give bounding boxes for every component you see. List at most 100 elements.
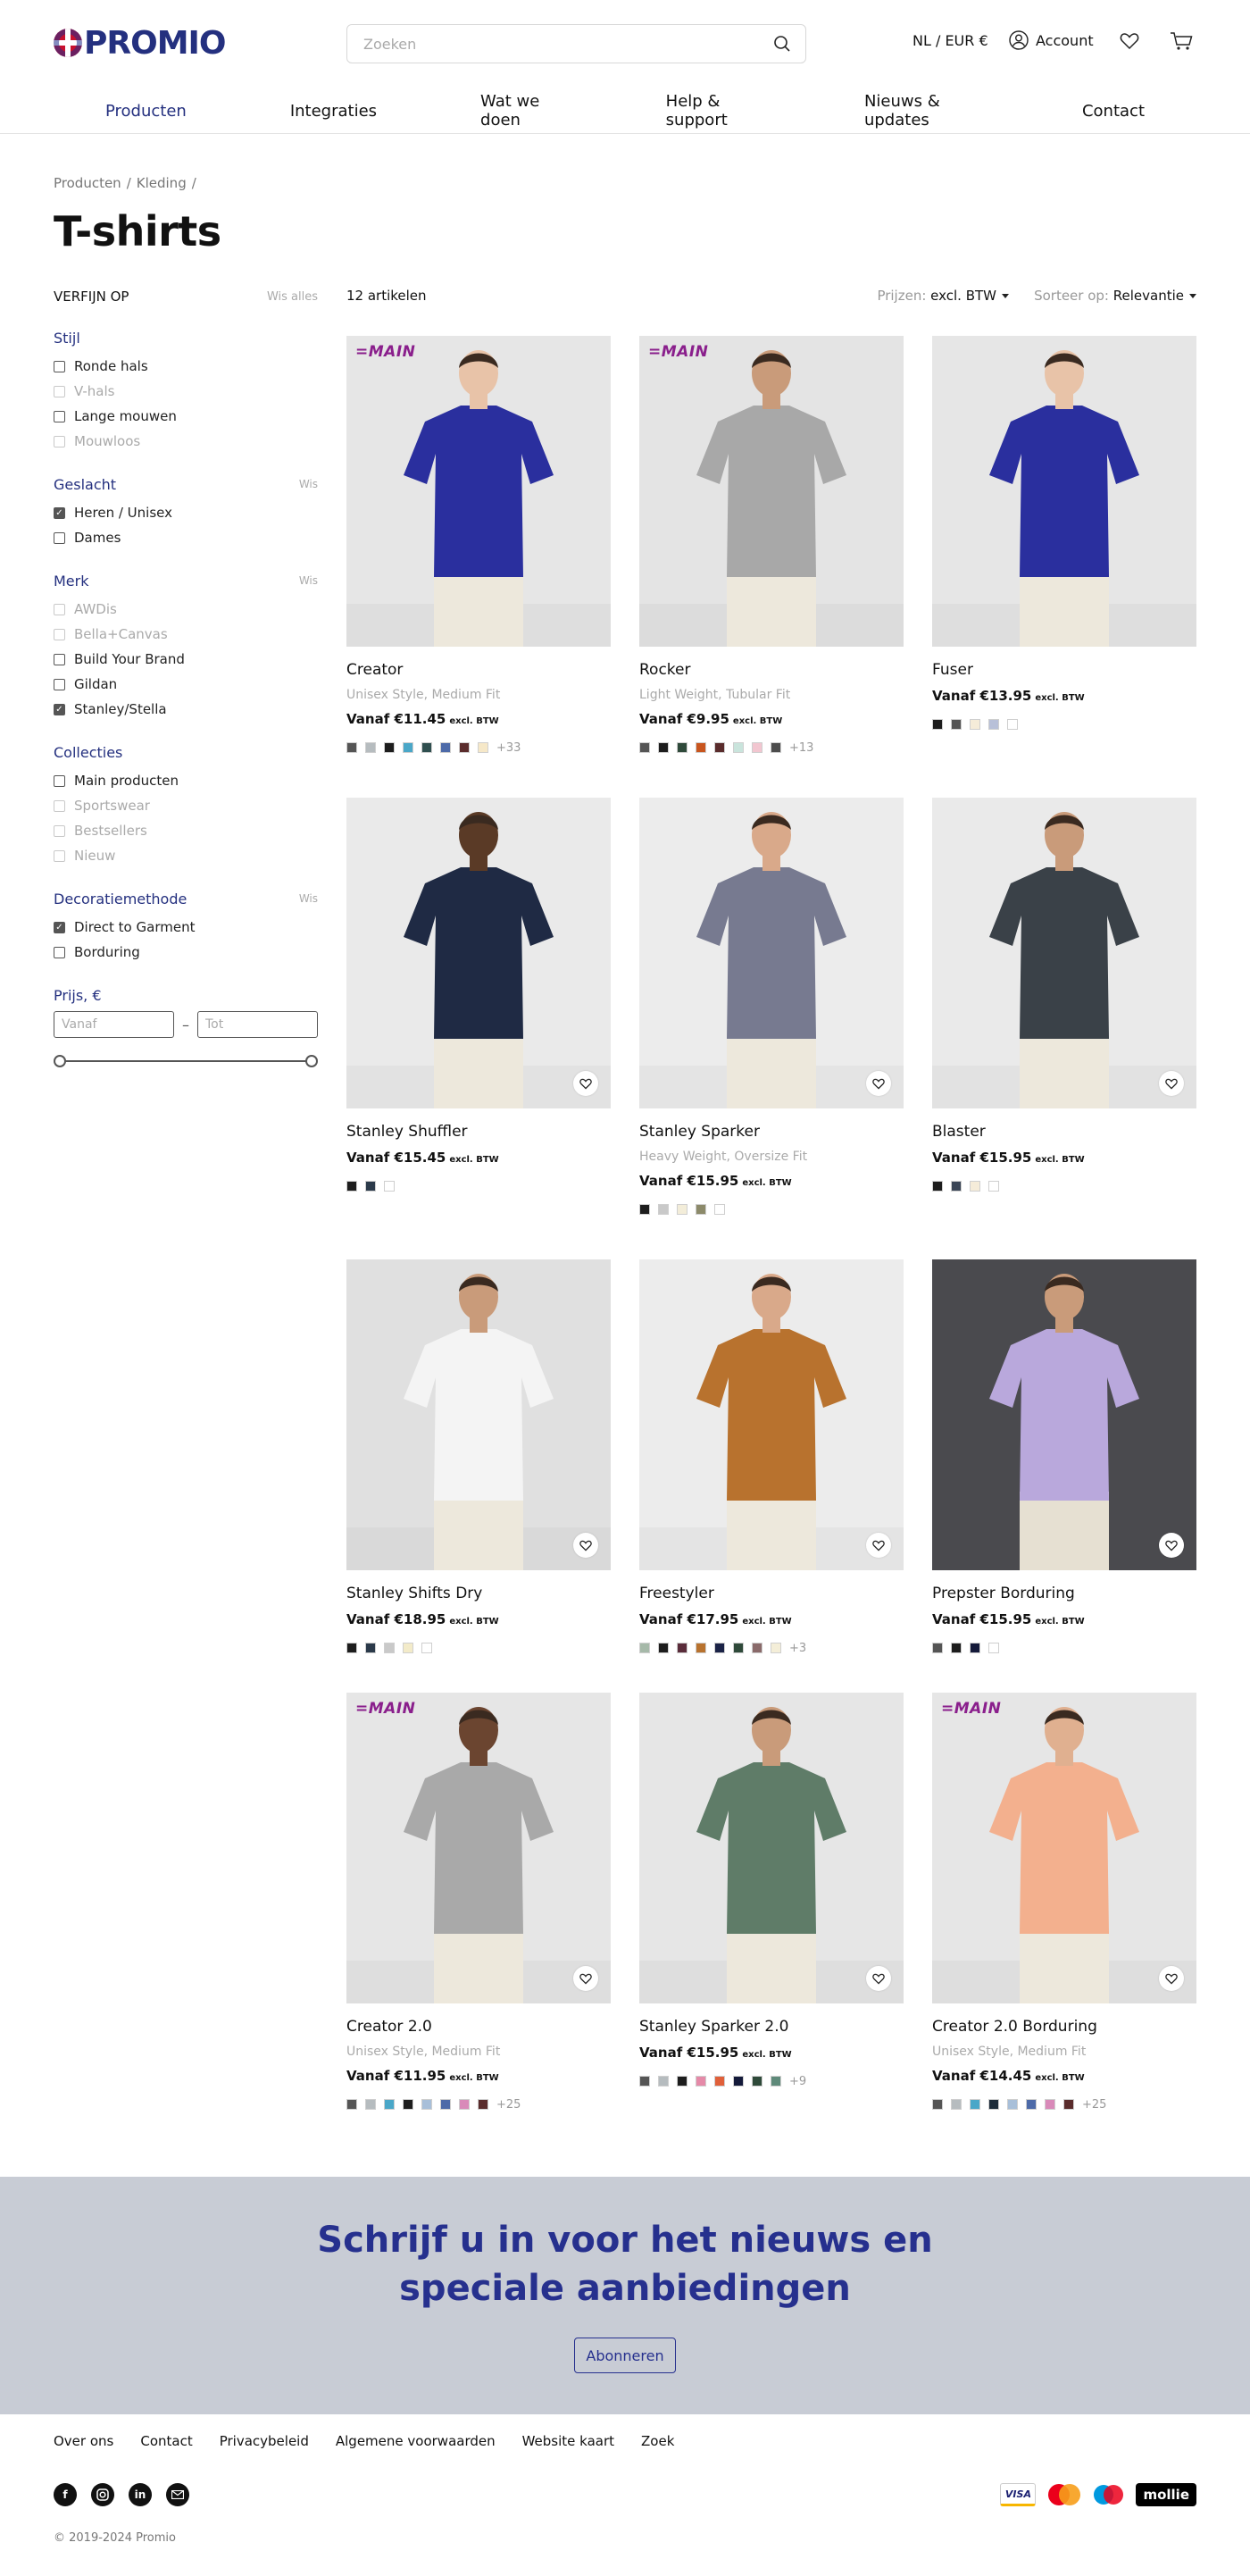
color-swatch[interactable] [970,2099,980,2110]
color-swatch[interactable] [951,719,962,730]
color-swatch[interactable] [658,1643,669,1653]
product-card[interactable]: =MAIN Rocker Light Weight, Tubular Fit Vana… [639,336,904,755]
color-swatch[interactable] [714,2076,725,2087]
more-colors-count[interactable]: +3 [789,1642,806,1655]
color-swatch[interactable] [1007,2099,1018,2110]
product-name[interactable]: Rocker [639,661,904,682]
footer-link-contact[interactable]: Contact [140,2433,192,2449]
favorite-heart-icon[interactable] [573,1071,598,1096]
color-swatch[interactable] [639,1643,650,1653]
filter-group-clear-link[interactable]: Wis [299,574,318,587]
color-swatch[interactable] [714,1204,725,1215]
color-swatch[interactable] [970,1643,980,1653]
color-swatch[interactable] [932,719,943,730]
color-swatch[interactable] [478,2099,488,2110]
color-swatch[interactable] [346,2099,357,2110]
checkbox[interactable] [54,360,65,372]
color-swatch[interactable] [771,742,781,753]
linkedin-icon[interactable]: in [129,2483,152,2506]
color-swatch[interactable] [658,2076,669,2087]
filter-group-clear-link[interactable]: Wis [299,892,318,905]
color-swatch[interactable] [988,719,999,730]
color-swatch[interactable] [677,742,688,753]
favorite-heart-icon[interactable] [1159,1533,1184,1558]
nav-item-contact[interactable]: Contact [1030,96,1196,126]
filter-option[interactable]: ✓ Direct to Garment [54,915,318,940]
search-input[interactable] [347,25,740,63]
filter-option[interactable]: ✓ Stanley/Stella [54,697,318,722]
product-card[interactable]: Stanley Sparker 2.0 Vanaf €15.95 excl. BTW… [639,1693,904,2088]
filter-option[interactable]: Dames [54,525,318,550]
wishlist-heart-icon[interactable] [1120,32,1139,54]
color-swatch[interactable] [658,1204,669,1215]
color-swatch[interactable] [346,742,357,753]
color-swatch[interactable] [677,1643,688,1653]
color-swatch[interactable] [658,742,669,753]
checkbox[interactable] [54,410,65,422]
more-colors-count[interactable]: +9 [789,2075,806,2088]
checkbox[interactable] [54,653,65,665]
color-swatch[interactable] [696,1204,706,1215]
color-swatch[interactable] [1063,2099,1074,2110]
favorite-heart-icon[interactable] [1159,1966,1184,1991]
product-card[interactable]: =MAIN Creator 2.0 Borduring Unisex Style, … [932,1693,1196,2112]
color-swatch[interactable] [677,1204,688,1215]
product-card[interactable]: Stanley Shifts Dry Vanaf €18.95 excl. BTW [346,1259,611,1654]
product-name[interactable]: Creator 2.0 Borduring [932,2018,1196,2039]
color-swatch[interactable] [1045,2099,1055,2110]
breadcrumb-kleding[interactable]: Kleding [137,175,187,191]
nav-item-integraties[interactable]: Integraties [238,96,429,126]
product-card[interactable]: =MAIN Creator Unisex Style, Medium Fit Vana… [346,336,611,755]
product-name[interactable]: Stanley Sparker 2.0 [639,2018,904,2039]
product-image[interactable] [346,1259,611,1570]
color-swatch[interactable] [346,1181,357,1192]
color-swatch[interactable] [970,719,980,730]
filter-option[interactable]: Gildan [54,672,318,697]
email-icon[interactable] [166,2483,189,2506]
filter-group-clear-link[interactable]: Wis [299,478,318,490]
product-card[interactable]: Fuser Vanaf €13.95 excl. BTW [932,336,1196,731]
product-image[interactable] [639,1259,904,1570]
filter-option[interactable]: Lange mouwen [54,404,318,429]
locale-selector[interactable]: NL / EUR € [912,32,988,49]
product-card[interactable]: Prepster Borduring Vanaf €15.95 excl. BTW [932,1259,1196,1654]
checkbox-checked[interactable]: ✓ [54,506,65,519]
filter-option[interactable]: Build Your Brand [54,647,318,672]
color-swatch[interactable] [752,2076,762,2087]
checkbox-checked[interactable]: ✓ [54,921,65,933]
product-image[interactable] [932,798,1196,1108]
price-tax-selector[interactable]: Prijzen: excl. BTW [877,288,1009,304]
checkbox[interactable] [54,531,65,544]
sort-selector[interactable]: Sorteer op: Relevantie [1034,288,1196,304]
nav-item-help-support[interactable]: Help & support [614,87,812,135]
product-name[interactable]: Stanley Sparker [639,1123,904,1144]
color-swatch[interactable] [403,2099,413,2110]
product-card[interactable]: Stanley Shuffler Vanaf €15.45 excl. BTW [346,798,611,1192]
checkbox[interactable] [54,774,65,787]
color-swatch[interactable] [384,1643,395,1653]
color-swatch[interactable] [384,2099,395,2110]
color-swatch[interactable] [988,1181,999,1192]
product-name[interactable]: Stanley Shuffler [346,1123,611,1144]
product-image[interactable] [346,798,611,1108]
color-swatch[interactable] [365,2099,376,2110]
footer-link-zoek[interactable]: Zoek [641,2433,674,2449]
search-icon[interactable] [773,35,791,56]
color-swatch[interactable] [421,2099,432,2110]
breadcrumb-producten[interactable]: Producten [54,175,121,191]
filter-option[interactable]: Borduring [54,940,318,965]
price-from-input[interactable] [54,1011,174,1038]
favorite-heart-icon[interactable] [573,1966,598,1991]
product-image[interactable] [932,336,1196,647]
color-swatch[interactable] [384,742,395,753]
favorite-heart-icon[interactable] [573,1533,598,1558]
more-colors-count[interactable]: +25 [496,2098,521,2112]
color-swatch[interactable] [771,2076,781,2087]
product-card[interactable]: Blaster Vanaf €15.95 excl. BTW [932,798,1196,1192]
product-image[interactable]: =MAIN [932,1693,1196,2003]
color-swatch[interactable] [365,742,376,753]
color-swatch[interactable] [988,1643,999,1653]
color-swatch[interactable] [714,1643,725,1653]
color-swatch[interactable] [951,1643,962,1653]
favorite-heart-icon[interactable] [866,1071,891,1096]
